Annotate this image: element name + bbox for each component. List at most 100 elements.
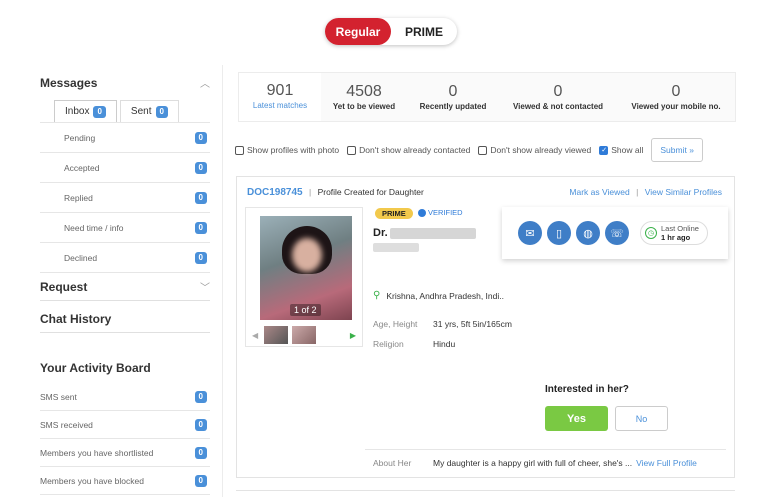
stat-recently-updated[interactable]: 0 Recently updated	[407, 73, 499, 121]
filter-with-photo[interactable]: Show profiles with photo	[235, 145, 339, 155]
filter-label: Don't show already contacted	[359, 145, 471, 155]
message-item-declined[interactable]: Declined 0	[40, 243, 210, 273]
list-item-label: Need time / info	[64, 222, 124, 233]
count-badge: 0	[194, 221, 207, 234]
list-item-label: Replied	[64, 192, 93, 203]
stat-viewed-not-contacted[interactable]: 0 Viewed & not contacted	[499, 73, 617, 121]
stat-viewed-mobile[interactable]: 0 Viewed your mobile no.	[617, 73, 735, 121]
filter-label: Don't show already viewed	[490, 145, 592, 155]
profile-created-for: Profile Created for Daughter	[317, 187, 424, 197]
profile-card: DOC198745 | Profile Created for Daughter…	[236, 176, 735, 478]
chat-history-section[interactable]: Chat History	[40, 305, 210, 333]
tab-sent-label: Sent	[130, 106, 152, 117]
checkbox-unchecked[interactable]	[235, 145, 244, 155]
activity-item-shortlisted[interactable]: Members you have shortlisted 0	[40, 439, 210, 467]
list-item-label: SMS received	[40, 419, 93, 430]
count-badge: 0	[194, 161, 207, 174]
filter-bar: Show profiles with photo Don't show alre…	[235, 137, 735, 163]
tab-inbox[interactable]: Inbox 0	[54, 100, 117, 122]
checkbox-checked[interactable]	[599, 145, 609, 155]
verified-icon	[418, 208, 426, 217]
list-item-label: Members you have blocked	[40, 475, 144, 486]
stat-yet-to-be-viewed[interactable]: 4508 Yet to be viewed	[321, 73, 407, 121]
prime-plan-button[interactable]: PRIME	[391, 25, 457, 39]
match-stats-bar: 901 Latest matches 4508 Yet to be viewed…	[238, 72, 736, 122]
prime-badge: PRIME	[375, 208, 413, 219]
chevron-up-icon[interactable]: ︿	[200, 75, 210, 90]
activity-item-blocked[interactable]: Members you have blocked 0	[40, 467, 210, 495]
filter-not-viewed[interactable]: Don't show already viewed	[478, 145, 591, 155]
sidebar-divider	[222, 65, 223, 497]
view-similar-profiles-link[interactable]: View Similar Profiles	[645, 187, 722, 197]
stat-latest-matches[interactable]: 901 Latest matches	[239, 73, 321, 121]
message-item-accepted[interactable]: Accepted 0	[40, 153, 210, 183]
about-value: My daughter is a happy girl with full of…	[433, 458, 633, 468]
profile-photo[interactable]: 1 of 2	[260, 216, 352, 320]
blurred-name	[389, 227, 476, 239]
count-badge: 0	[194, 131, 207, 144]
stat-number: 0	[448, 83, 458, 100]
profile-id-link[interactable]: DOC198745	[247, 187, 303, 198]
plan-toggle: Regular PRIME	[325, 18, 457, 45]
age-height-value: 31 yrs, 5ft 5in/165cm	[433, 319, 512, 329]
separator: |	[308, 187, 312, 197]
sidebar: Messages ︿ Inbox 0 Sent 0 Pending 0 Acce…	[40, 75, 210, 495]
no-button[interactable]: No	[615, 406, 668, 431]
count-badge: 0	[194, 390, 207, 403]
request-section[interactable]: Request ﹀	[40, 273, 210, 301]
submit-button[interactable]: Submit »	[651, 138, 703, 162]
activity-item-sms-sent[interactable]: SMS sent 0	[40, 383, 210, 411]
yes-button[interactable]: Yes	[545, 406, 608, 431]
photo-thumbnail[interactable]	[264, 326, 288, 344]
filter-show-all[interactable]: Show all	[599, 145, 643, 155]
last-online-value: 1 hr ago	[661, 233, 691, 242]
filter-not-contacted[interactable]: Don't show already contacted	[347, 145, 470, 155]
verified-label: VERIFIED	[428, 208, 463, 217]
list-item-label: SMS sent	[40, 391, 77, 402]
blurred-subtext	[373, 243, 419, 252]
religion-value: Hindu	[433, 339, 456, 349]
tab-sent[interactable]: Sent 0	[119, 100, 179, 122]
message-item-need-time[interactable]: Need time / info 0	[40, 213, 210, 243]
prev-photo-icon[interactable]: ◀	[252, 331, 258, 340]
messages-header[interactable]: Messages ︿	[40, 75, 210, 91]
message-item-pending[interactable]: Pending 0	[40, 123, 210, 153]
activity-item-sms-received[interactable]: SMS received 0	[40, 411, 210, 439]
last-online-pill: ◷ Last Online 1 hr ago	[640, 221, 708, 245]
profile-name[interactable]: Dr.	[373, 227, 476, 239]
view-full-profile-link[interactable]: View Full Profile	[636, 458, 697, 468]
stat-number: 4508	[346, 83, 382, 100]
religion-label: Religion	[373, 339, 404, 349]
mobile-icon[interactable]: ▯	[547, 221, 571, 245]
checkbox-unchecked[interactable]	[478, 145, 488, 155]
message-item-replied[interactable]: Replied 0	[40, 183, 210, 213]
list-item-label: Declined	[64, 252, 98, 263]
count-badge: 0	[194, 446, 207, 459]
name-prefix: Dr.	[373, 227, 388, 239]
count-badge: 0	[194, 191, 207, 204]
contact-options-panel: ✉ ▯ ◍ ☏ ◷ Last Online 1 hr ago	[502, 207, 728, 259]
location-row: ⚲ Krishna, Andhra Pradesh, Indi..	[373, 290, 504, 301]
next-photo-icon[interactable]: ▶	[350, 331, 356, 340]
stat-label: Latest matches	[252, 101, 308, 110]
next-card-edge	[236, 490, 735, 491]
checkbox-unchecked[interactable]	[347, 145, 357, 155]
list-item-label: Accepted	[64, 162, 100, 173]
mail-icon[interactable]: ✉	[518, 221, 542, 245]
call-icon[interactable]: ☏	[605, 221, 629, 245]
photo-counter: 1 of 2	[290, 304, 321, 316]
photo-thumbnail[interactable]	[292, 326, 316, 344]
stat-label: Viewed & not contacted	[512, 102, 604, 111]
clock-icon: ◷	[645, 227, 657, 239]
stat-number: 0	[553, 83, 563, 100]
chevron-down-icon[interactable]: ﹀	[200, 279, 210, 294]
mark-as-viewed-link[interactable]: Mark as Viewed	[569, 187, 629, 197]
list-item-label: Members you have shortlisted	[40, 447, 154, 458]
about-label: About Her	[373, 458, 412, 468]
message-list: Pending 0 Accepted 0 Replied 0 Need time…	[40, 122, 210, 273]
regular-plan-button[interactable]: Regular	[325, 18, 391, 45]
about-divider	[365, 449, 726, 450]
filter-label: Show all	[611, 145, 644, 155]
chat-planet-icon[interactable]: ◍	[576, 221, 600, 245]
stat-label: Yet to be viewed	[332, 102, 396, 111]
